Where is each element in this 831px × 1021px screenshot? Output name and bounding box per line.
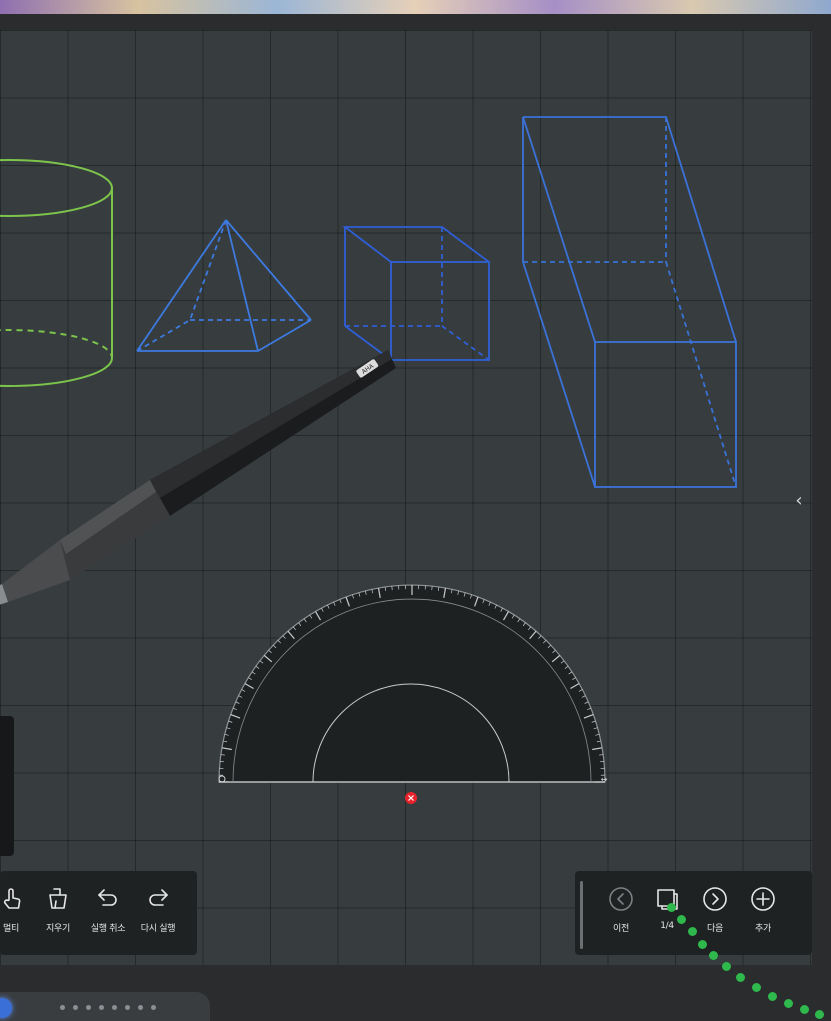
add-page-icon xyxy=(749,885,777,913)
drawing-layer: AHA ↔ xyxy=(0,116,737,804)
drawing-toolbar: 멀티 지우기 실행 취소 다시 실행 xyxy=(0,871,197,955)
undo-button[interactable]: 실행 취소 xyxy=(80,871,136,955)
page-navigation-toolbar: 이전 1/4 다음 추가 xyxy=(575,871,812,955)
undo-icon xyxy=(94,885,122,913)
redo-icon xyxy=(144,885,172,913)
stylus-pen: AHA xyxy=(0,350,396,605)
next-page-icon xyxy=(701,885,729,913)
protractor-tool[interactable]: ↔ xyxy=(218,584,608,784)
cursor-trail-dot xyxy=(800,1005,809,1014)
cylinder-shape[interactable] xyxy=(0,159,113,387)
cursor-trail-dot xyxy=(709,951,718,960)
undo-label: 실행 취소 xyxy=(90,924,126,934)
cursor-trail-dot xyxy=(667,903,676,912)
device-front-panel xyxy=(0,992,210,1021)
pyramid-shape[interactable] xyxy=(136,219,312,352)
prev-page-label: 이전 xyxy=(613,924,629,934)
front-port xyxy=(86,1005,91,1010)
cursor-trail-dot xyxy=(784,999,793,1008)
eraser-icon xyxy=(44,885,72,913)
cursor-trail-dot xyxy=(736,973,745,982)
multi-touch-button[interactable]: 멀티 xyxy=(0,871,28,955)
multi-touch-label: 멀티 xyxy=(3,924,19,934)
multi-touch-icon xyxy=(0,885,25,913)
cursor-trail-dot xyxy=(752,983,761,992)
front-port xyxy=(73,1005,78,1010)
eraser-label: 지우기 xyxy=(46,924,70,934)
protractor-resize-handle[interactable]: ↔ xyxy=(601,775,608,784)
cursor-trail-dot xyxy=(688,927,697,936)
cursor-trail-dot xyxy=(768,992,777,1001)
side-panel-collapse-button[interactable]: ‹ xyxy=(792,489,806,513)
prev-page-icon xyxy=(607,885,635,913)
next-page-label: 다음 xyxy=(707,924,723,934)
background-artwork-strip xyxy=(0,0,831,14)
whiteboard-canvas[interactable]: AHA ↔ ‹ xyxy=(0,30,812,965)
redo-label: 다시 실행 xyxy=(140,924,176,934)
front-port xyxy=(99,1005,104,1010)
front-port xyxy=(138,1005,143,1010)
front-port xyxy=(151,1005,156,1010)
cursor-trail-dot xyxy=(722,962,731,971)
eraser-button[interactable]: 지우기 xyxy=(36,871,80,955)
protractor-close-button[interactable] xyxy=(405,792,417,804)
cursor-trail-dot xyxy=(815,1010,824,1019)
front-port xyxy=(112,1005,117,1010)
front-port xyxy=(60,1005,65,1010)
cube-shape[interactable] xyxy=(342,226,490,361)
rectangular-prism-shape[interactable] xyxy=(522,116,737,488)
page-indicator: 1/4 xyxy=(660,921,674,931)
add-page-button[interactable]: 추가 xyxy=(745,871,781,955)
redo-button[interactable]: 다시 실행 xyxy=(130,871,186,955)
add-page-label: 추가 xyxy=(755,924,771,934)
prev-page-button[interactable]: 이전 xyxy=(603,871,639,955)
left-side-panel[interactable] xyxy=(0,716,14,856)
cursor-trail-dot xyxy=(677,915,686,924)
toolbar-divider xyxy=(580,881,583,949)
front-port xyxy=(125,1005,130,1010)
page-list-button[interactable]: 1/4 xyxy=(649,871,685,955)
cursor-trail-dot xyxy=(698,940,707,949)
